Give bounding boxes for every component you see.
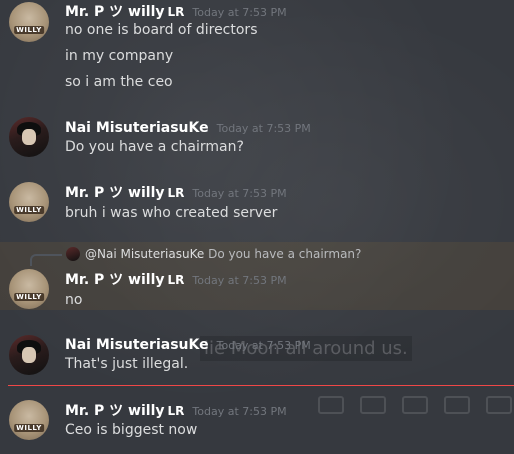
reply-quoted-text: Do you have a chairman? <box>208 247 362 261</box>
message-text: bruh i was who created server <box>65 205 278 221</box>
avatar[interactable]: WILLY <box>9 2 49 42</box>
avatar[interactable]: WILLY <box>9 182 49 222</box>
message-group: WILLY Mr. P ツ willy LR Today at 7:53 PM no… <box>0 0 514 110</box>
timestamp: Today at 7:53 PM <box>192 405 287 418</box>
miniplayer-icon <box>444 396 470 414</box>
captions-icon <box>360 396 386 414</box>
author-name[interactable]: Mr. P ツ willy <box>65 272 165 288</box>
avatar[interactable] <box>9 117 49 157</box>
settings-icon <box>402 396 428 414</box>
new-messages-divider <box>8 385 514 386</box>
timestamp: Today at 7:53 PM <box>216 339 311 352</box>
role-badge: LR <box>167 5 185 19</box>
message-text: no <box>65 292 83 308</box>
message-header: Mr. P ツ willy LR Today at 7:53 PM <box>65 269 287 289</box>
author-name[interactable]: Mr. P ツ willy <box>65 185 165 201</box>
timestamp: Today at 7:53 PM <box>192 274 287 287</box>
theater-icon <box>486 396 512 414</box>
message-header: Nai MisuteriasuKe Today at 7:53 PM <box>65 334 311 353</box>
timestamp: Today at 7:53 PM <box>216 122 311 135</box>
author-name[interactable]: Mr. P ツ willy <box>65 403 165 419</box>
volume-icon <box>318 396 344 414</box>
message-text: in my company <box>65 48 174 64</box>
avatar[interactable]: WILLY <box>9 400 49 440</box>
timestamp: Today at 7:53 PM <box>192 6 287 19</box>
author-name[interactable]: Nai MisuteriasuKe <box>65 337 209 353</box>
message-text: no one is board of directors <box>65 22 258 38</box>
message-header: Nai MisuteriasuKe Today at 7:53 PM <box>65 117 311 136</box>
message-header: Mr. P ツ willy LR Today at 7:53 PM <box>65 1 287 21</box>
timestamp: Today at 7:53 PM <box>192 187 287 200</box>
message-text: That's just illegal. <box>65 356 189 372</box>
reply-preview[interactable]: @Nai MisuteriasuKe Do you have a chairma… <box>85 247 361 261</box>
avatar[interactable]: WILLY <box>9 269 49 309</box>
reply-mention[interactable]: @Nai MisuteriasuKe <box>85 247 204 261</box>
reply-connector <box>30 254 62 266</box>
role-badge: LR <box>167 273 185 287</box>
role-badge: LR <box>167 186 185 200</box>
author-name[interactable]: Nai MisuteriasuKe <box>65 120 209 136</box>
avatar-tag: WILLY <box>14 293 44 301</box>
message-header: Mr. P ツ willy LR Today at 7:53 PM <box>65 182 287 202</box>
background-player-controls <box>318 394 514 416</box>
reply-avatar <box>66 247 80 261</box>
message-text: so i am the ceo <box>65 74 173 90</box>
author-name[interactable]: Mr. P ツ willy <box>65 4 165 20</box>
message-text: Do you have a chairman? <box>65 139 244 155</box>
message-header: Mr. P ツ willy LR Today at 7:53 PM <box>65 400 287 420</box>
avatar-tag: WILLY <box>14 424 44 432</box>
avatar-tag: WILLY <box>14 26 44 34</box>
role-badge: LR <box>167 404 185 418</box>
avatar-tag: WILLY <box>14 206 44 214</box>
message-text: Ceo is biggest now <box>65 422 198 438</box>
avatar[interactable] <box>9 335 49 375</box>
